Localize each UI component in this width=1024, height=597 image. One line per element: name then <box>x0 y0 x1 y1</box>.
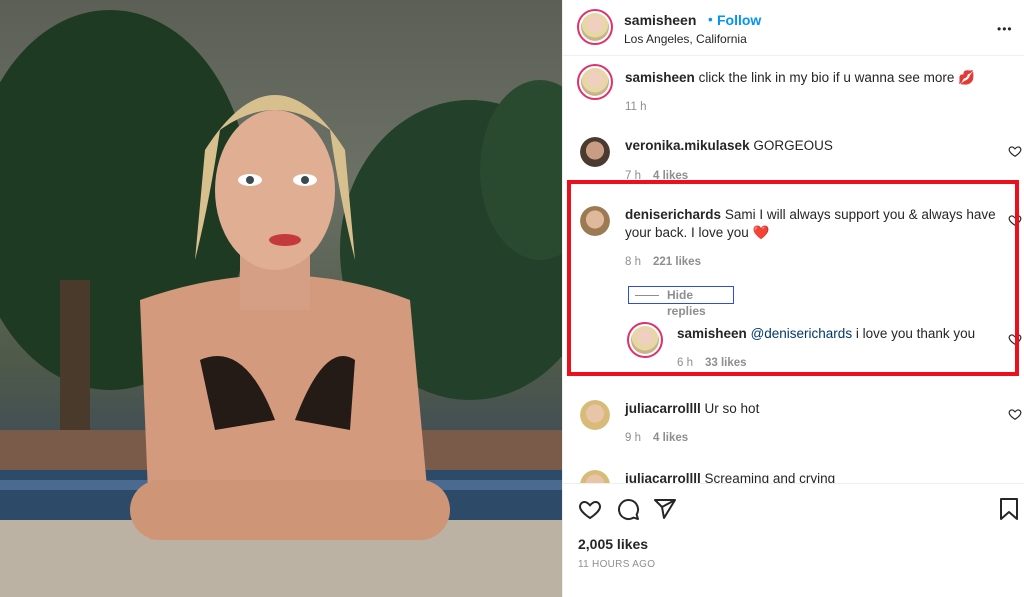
post-photo[interactable] <box>0 0 562 597</box>
comment-text: juliacarrollll Screaming and crying <box>625 470 835 483</box>
author-avatar[interactable] <box>577 9 613 45</box>
posted-time: 11 HOURS AGO <box>578 559 656 570</box>
photo-illustration <box>0 10 562 597</box>
comment-icon[interactable] <box>616 497 640 521</box>
caption-time: 11 h <box>625 101 647 113</box>
comment-text: veronika.mikulasek GORGEOUS <box>625 137 833 155</box>
caption-username[interactable]: samisheen <box>625 70 695 85</box>
comment-like-heart-icon[interactable] <box>1008 144 1022 158</box>
comment-avatar[interactable] <box>580 400 610 430</box>
follow-button[interactable]: Follow <box>717 11 761 29</box>
comment-avatar[interactable] <box>580 470 610 483</box>
comment-body: Ur so hot <box>704 401 760 416</box>
location-link[interactable]: Los Angeles, California <box>624 30 747 48</box>
bookmark-icon[interactable] <box>998 497 1020 521</box>
caption-text: samisheen click the link in my bio if u … <box>625 69 975 87</box>
heart-icon[interactable] <box>578 497 602 521</box>
comment-body: GORGEOUS <box>753 138 833 153</box>
comment-likes[interactable]: 4 likes <box>653 432 688 444</box>
share-icon[interactable] <box>653 497 677 521</box>
comment-body: Screaming and crying <box>704 471 836 483</box>
caption-avatar[interactable] <box>577 64 613 100</box>
comment-avatar[interactable] <box>580 137 610 167</box>
header-divider <box>562 55 1024 56</box>
dot-separator: • <box>708 12 713 27</box>
comment-username[interactable]: juliacarrollll <box>625 471 701 483</box>
comment-time: 9 h <box>625 432 641 444</box>
comment-like-heart-icon[interactable] <box>1008 407 1022 421</box>
author-username[interactable]: samisheen <box>624 11 696 29</box>
comment-text: juliacarrollll Ur so hot <box>625 400 759 418</box>
comment-username[interactable]: juliacarrollll <box>625 401 701 416</box>
comment-username[interactable]: veronika.mikulasek <box>625 138 750 153</box>
caption-body: click the link in my bio if u wanna see … <box>698 70 975 85</box>
actions-divider <box>562 483 1024 484</box>
comment-clipped: juliacarrollll Screaming and crying <box>562 462 1024 483</box>
likes-count[interactable]: 2,005 likes <box>578 535 648 553</box>
highlight-box <box>567 180 1019 376</box>
more-icon[interactable]: ••• <box>997 20 1013 38</box>
comment-meta: 9 h 4 likes <box>625 432 688 444</box>
